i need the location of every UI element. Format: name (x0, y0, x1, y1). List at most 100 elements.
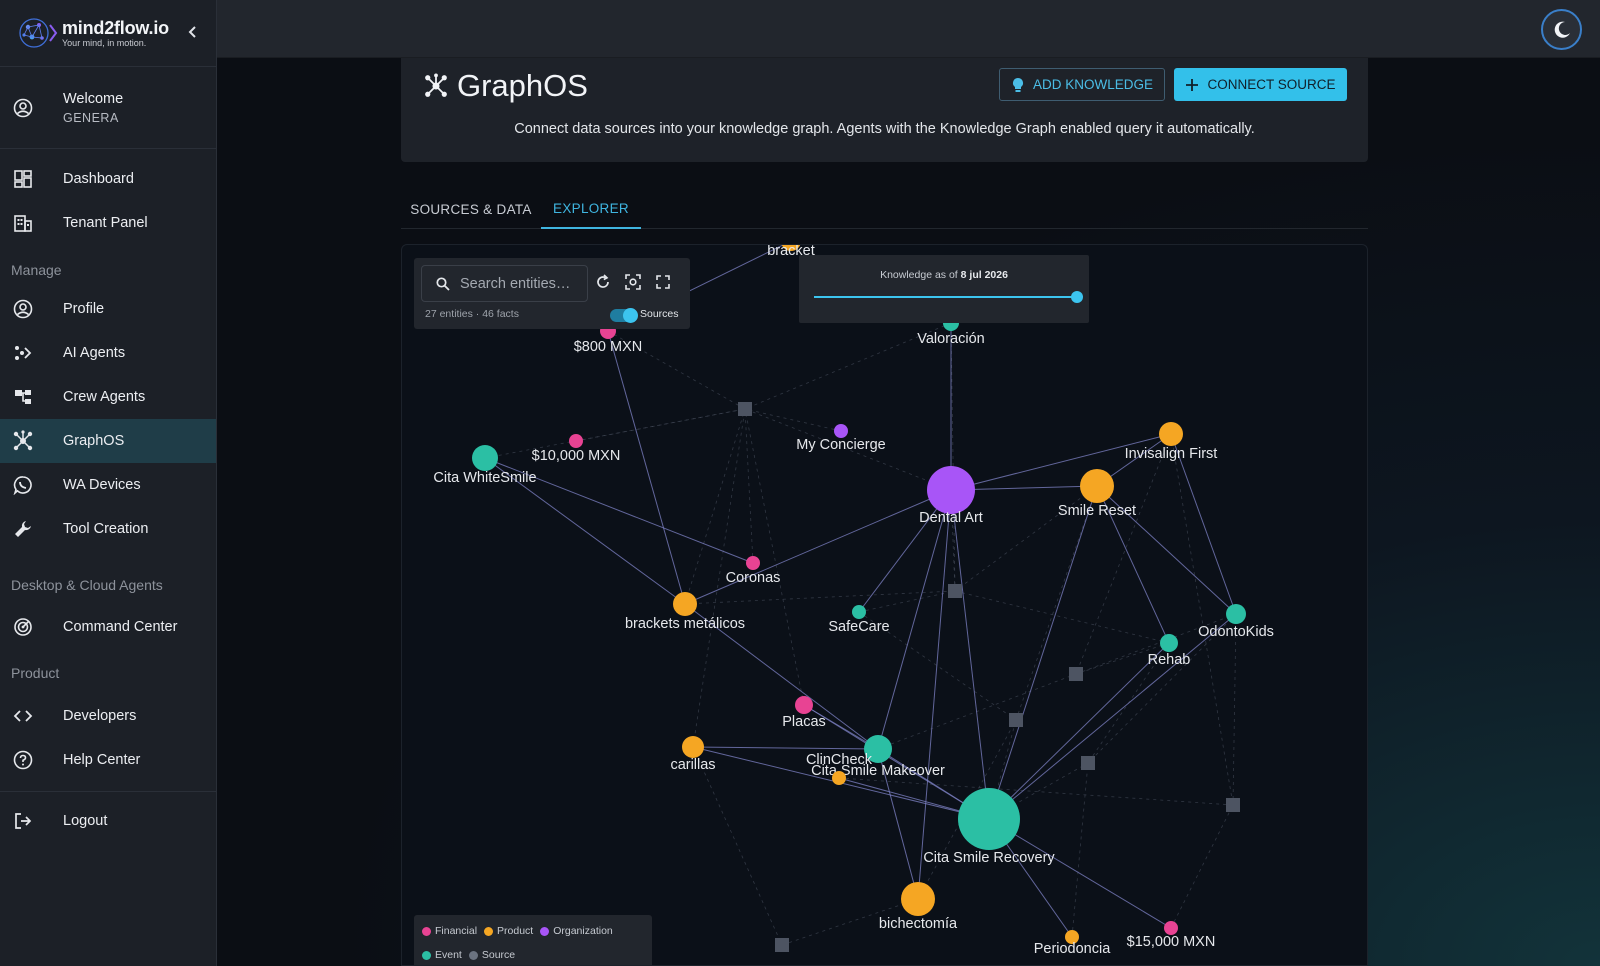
refresh-button[interactable] (592, 271, 614, 293)
entity-node[interactable] (852, 605, 866, 619)
graph-legend: Financial Product Organization Event Sou… (414, 915, 652, 965)
top-bar (217, 0, 1600, 58)
sidebar-item-tool-creation[interactable]: Tool Creation (0, 507, 216, 551)
tab-explorer[interactable]: EXPLORER (541, 190, 641, 229)
source-link (684, 590, 956, 605)
entity-node[interactable] (746, 556, 760, 570)
legend-dot (422, 950, 431, 960)
tab-sources-data[interactable]: SOURCES & DATA (401, 190, 541, 229)
knowledge-graph-canvas[interactable]: bracket$800 MXN ValoraciónMy ConciergeInv… (402, 245, 1368, 966)
entity-label: $800 MXN (574, 339, 643, 355)
source-node[interactable] (948, 584, 962, 598)
toggle-knob (623, 307, 638, 323)
add-knowledge-button[interactable]: ADD KNOWLEDGE (999, 68, 1165, 101)
entity-node[interactable] (1159, 422, 1183, 446)
brand: mind2flow.io Your mind, in motion. (0, 0, 216, 67)
entity-label: Rehab (1148, 652, 1191, 668)
entity-label: SafeCare (828, 619, 889, 635)
legend-label: Source (481, 949, 516, 961)
source-node[interactable] (1009, 713, 1023, 727)
source-node[interactable] (775, 938, 789, 952)
entity-node[interactable] (958, 788, 1020, 850)
time-slider-track[interactable] (814, 296, 1076, 298)
sidebar-item-developers[interactable]: Developers (0, 694, 216, 738)
entity-node[interactable] (927, 466, 975, 514)
fact-edge (684, 489, 952, 605)
entity-node[interactable] (834, 424, 848, 438)
source-node[interactable] (738, 402, 752, 416)
entity-node[interactable] (673, 592, 697, 616)
sidebar-item-logout[interactable]: Logout (0, 799, 216, 843)
sidebar-item-dashboard[interactable]: Dashboard (0, 157, 216, 201)
legend-source: Source (468, 949, 516, 961)
entity-node[interactable] (901, 882, 935, 916)
brand-tagline: Your mind, in motion. (62, 38, 147, 48)
sidebar-item-label: Dashboard (63, 171, 134, 187)
entity-label: $10,000 MXN (532, 448, 621, 464)
sidebar-item-profile[interactable]: Profile (0, 287, 216, 331)
source-node[interactable] (1069, 667, 1083, 681)
whatsapp-icon (12, 474, 34, 496)
entity-node[interactable] (1160, 634, 1178, 652)
sidebar-item-graphos[interactable]: GraphOS (0, 419, 216, 463)
dashboard-icon (12, 168, 34, 190)
source-node[interactable] (1081, 756, 1095, 770)
user-circle-icon (12, 298, 34, 320)
sidebar-item-command-center[interactable]: Command Center (0, 605, 216, 649)
source-node[interactable] (1226, 798, 1240, 812)
entity-node[interactable] (1080, 469, 1114, 503)
entity-label: brackets metálicos (625, 616, 745, 632)
time-slider-handle[interactable] (1071, 291, 1083, 303)
sidebar-item-crew-agents[interactable]: Crew Agents (0, 375, 216, 419)
refresh-icon (597, 274, 609, 288)
source-link (1075, 433, 1172, 675)
sidebar: mind2flow.io Your mind, in motion. Welco… (0, 0, 217, 966)
entity-node[interactable] (795, 696, 813, 714)
section-product: Product (11, 665, 60, 681)
help-icon (12, 749, 34, 771)
entity-node[interactable] (569, 434, 583, 448)
sidebar-item-label: Tool Creation (63, 521, 149, 537)
sources-toggle-label: Sources (640, 308, 679, 320)
legend-dot (484, 926, 494, 936)
entity-node[interactable] (832, 771, 846, 785)
fact-edge (917, 489, 952, 900)
chevron-left-icon (188, 26, 196, 38)
connect-source-button[interactable]: CONNECT SOURCE (1174, 68, 1347, 101)
entity-node[interactable] (1164, 921, 1178, 935)
source-link (1015, 485, 1098, 721)
fact-edge (950, 489, 990, 820)
collapse-sidebar-button[interactable] (184, 22, 202, 42)
entity-node[interactable] (472, 445, 498, 471)
entity-label: Coronas (726, 570, 781, 586)
sidebar-item-wa-devices[interactable]: WA Devices (0, 463, 216, 507)
sources-toggle[interactable] (610, 307, 638, 323)
user-circle-icon (12, 97, 34, 119)
time-label: Knowledge as of 8 jul 2026 (799, 269, 1089, 281)
entity-label: Invisalign First (1125, 446, 1218, 462)
sidebar-item-tenant-panel[interactable]: Tenant Panel (0, 201, 216, 245)
time-prefix: Knowledge as of (880, 269, 958, 281)
search-input[interactable] (460, 275, 580, 292)
legend-product: Product (484, 925, 533, 937)
center-view-button[interactable] (622, 271, 644, 293)
graph-explorer[interactable]: bracket $800 MXN Valoración My Concierge Inv… (401, 244, 1368, 966)
legend-financial: Financial (422, 925, 477, 937)
section-desktop-cloud: Desktop & Cloud Agents (11, 577, 163, 593)
entity-node[interactable] (1226, 604, 1246, 624)
entity-label: Cita Smile Recovery (923, 850, 1055, 866)
source-link (692, 746, 783, 946)
welcome-user[interactable]: Welcome GENERA (0, 67, 216, 149)
theme-toggle-button[interactable] (1541, 9, 1582, 50)
legend-label: Organization (553, 925, 613, 937)
sidebar-item-label: WA Devices (63, 477, 141, 493)
sidebar-item-help-center[interactable]: Help Center (0, 738, 216, 782)
fullscreen-button[interactable] (652, 271, 674, 293)
search-box (421, 265, 588, 302)
focus-icon (625, 274, 641, 290)
sidebar-item-ai-agents[interactable]: AI Agents (0, 331, 216, 375)
legend-label: Product (497, 925, 534, 937)
entity-node[interactable] (682, 736, 704, 758)
entity-label: OdontoKids (1198, 624, 1274, 640)
legend-dot (468, 950, 478, 960)
